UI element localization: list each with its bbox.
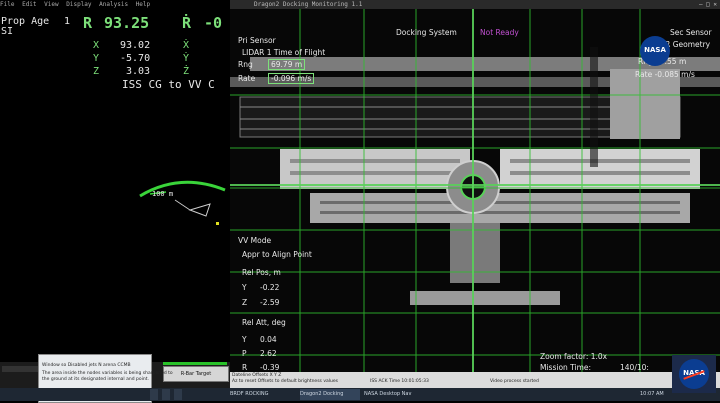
nasa-logo-text: NASA xyxy=(644,46,666,54)
camera-window-title: Dragon2 Docking Monitoring 1.1 xyxy=(254,1,363,8)
pri-sensor-label: Pri Sensor xyxy=(238,36,276,45)
menu-item-file[interactable]: File xyxy=(0,1,14,8)
module-lower xyxy=(310,193,690,223)
rel-pos-label: Rel Pos, m xyxy=(242,268,281,277)
range-rate-label: Ṙ xyxy=(182,14,192,32)
taskbar-clock: 10:07 AM xyxy=(640,391,664,397)
rel-pos-z-value: -2.59 xyxy=(260,298,280,307)
right-module xyxy=(610,69,680,139)
status-line-3: ISS ACK Time 10:01:05:33 xyxy=(370,379,429,384)
module-left xyxy=(280,149,470,189)
dialog-line-2: The area inside the nodes variables is b… xyxy=(42,371,173,376)
range-label: Rng xyxy=(238,60,253,69)
z-dot-label: Ż xyxy=(183,66,190,77)
rel-pos-z-label: Z xyxy=(242,298,248,307)
menu-item-edit[interactable]: Edit xyxy=(22,1,36,8)
mission-time-label: Mission Time: xyxy=(540,363,592,372)
rate-value: -0.096 m/s xyxy=(268,73,315,84)
taskbar-icon-2[interactable] xyxy=(162,389,170,400)
y-dot-label: Ẏ xyxy=(183,53,190,64)
rate-label: Rate xyxy=(238,74,256,83)
rel-att-y-value: 0.04 xyxy=(260,335,277,344)
green-indicator-bar xyxy=(163,362,227,365)
rel-att-p-label: P xyxy=(242,349,247,358)
range-rate-value: -0 xyxy=(204,14,223,32)
rel-pos-y-label: Y xyxy=(242,283,247,292)
left-menu-bar: File Edit View Display Analysis Help xyxy=(0,1,150,8)
prop-age-value: 1 xyxy=(64,16,71,27)
sec-sensor-label: Sec Sensor xyxy=(670,28,712,37)
nasa-tv-bug: NASA xyxy=(672,355,716,393)
y-label: Y xyxy=(93,53,100,64)
camera-view-window: Dragon2 Docking Monitoring 1.1 — □ ✕ Pri… xyxy=(230,0,720,388)
sec-rate: Rate -0.085 m/s xyxy=(635,70,695,79)
mission-time-value: 140/10: xyxy=(620,363,649,372)
range-label: R xyxy=(83,14,93,32)
menu-item-display[interactable]: Display xyxy=(66,1,91,8)
approach-mode: Appr to Align Point xyxy=(242,250,312,259)
rel-att-y-label: Y xyxy=(242,335,247,344)
rel-att-p-value: 2.62 xyxy=(260,349,277,358)
trajectory-plot xyxy=(139,180,226,225)
camera-title-bar: Dragon2 Docking Monitoring 1.1 — □ ✕ xyxy=(230,0,720,9)
y-value: -5.70 xyxy=(120,53,151,64)
not-ready-status: Not Ready xyxy=(480,28,519,37)
windows-taskbar: BRDF ROCKING Dragon2 Docking NASA Deskto… xyxy=(0,388,720,401)
lower-truss xyxy=(410,291,560,305)
x-dot-label: Ẋ xyxy=(183,40,190,51)
vehicle-vector xyxy=(174,199,191,211)
status-line-4: Video process started xyxy=(490,379,539,384)
frame-label: ISS CG to VV C xyxy=(122,78,215,91)
nasa-logo: NASA xyxy=(640,36,670,66)
rel-att-r-value: -0.39 xyxy=(260,363,280,372)
menu-item-help[interactable]: Help xyxy=(136,1,150,8)
menu-item-view[interactable]: View xyxy=(44,1,58,8)
si-label: SI xyxy=(1,26,14,37)
docking-system-label: Docking System xyxy=(396,28,457,37)
target-marker xyxy=(216,222,219,225)
vv-mode-label: VV Mode xyxy=(238,236,272,245)
menu-item-analysis[interactable]: Analysis xyxy=(99,1,128,8)
range-value: 69.79 m xyxy=(268,59,306,70)
camera-status-bar: Dateline Offsets X Y Z Az to reset Offse… xyxy=(230,372,720,388)
zoom-factor: Zoom factor: 1.0x xyxy=(540,352,608,361)
rel-att-r-label: R xyxy=(242,363,248,372)
taskbar-item-nasa[interactable]: NASA Desktop Nav xyxy=(364,389,424,400)
taskbar-icon-1[interactable] xyxy=(150,389,158,400)
status-line-1: Dateline Offsets X Y Z xyxy=(232,373,282,378)
taskbar-item-brdf[interactable]: BRDF ROCKING xyxy=(230,389,294,400)
node-module xyxy=(450,223,500,283)
lidar-mode-label: LIDAR 1 Time of Flight xyxy=(242,48,326,57)
vehicle-marker xyxy=(188,203,211,217)
x-value: 93.02 xyxy=(120,40,151,51)
nasa-meatball-icon: NASA xyxy=(679,359,709,389)
rel-att-label: Rel Att, deg xyxy=(242,318,286,327)
window-controls[interactable]: — □ ✕ xyxy=(699,0,717,9)
status-line-2: Az to reset Offsets to default brightnes… xyxy=(232,379,338,384)
plot-distance-label: 100 m xyxy=(152,190,174,198)
taskbar-icon-3[interactable] xyxy=(174,389,182,400)
dialog-line-1: Window so Disabled jets N arena CCMB xyxy=(42,363,131,368)
taskbar-item-dragon[interactable]: Dragon2 Docking xyxy=(300,389,360,400)
dialog-line-3: the ground at its designated internal an… xyxy=(42,377,149,382)
z-label: Z xyxy=(93,66,100,77)
range-value: 93.25 xyxy=(104,14,150,32)
trajectory-window: File Edit View Display Analysis Help Pro… xyxy=(0,0,230,388)
x-label: X xyxy=(93,40,100,51)
rel-pos-y-value: -0.22 xyxy=(260,283,280,292)
z-value: 3.03 xyxy=(126,66,151,77)
